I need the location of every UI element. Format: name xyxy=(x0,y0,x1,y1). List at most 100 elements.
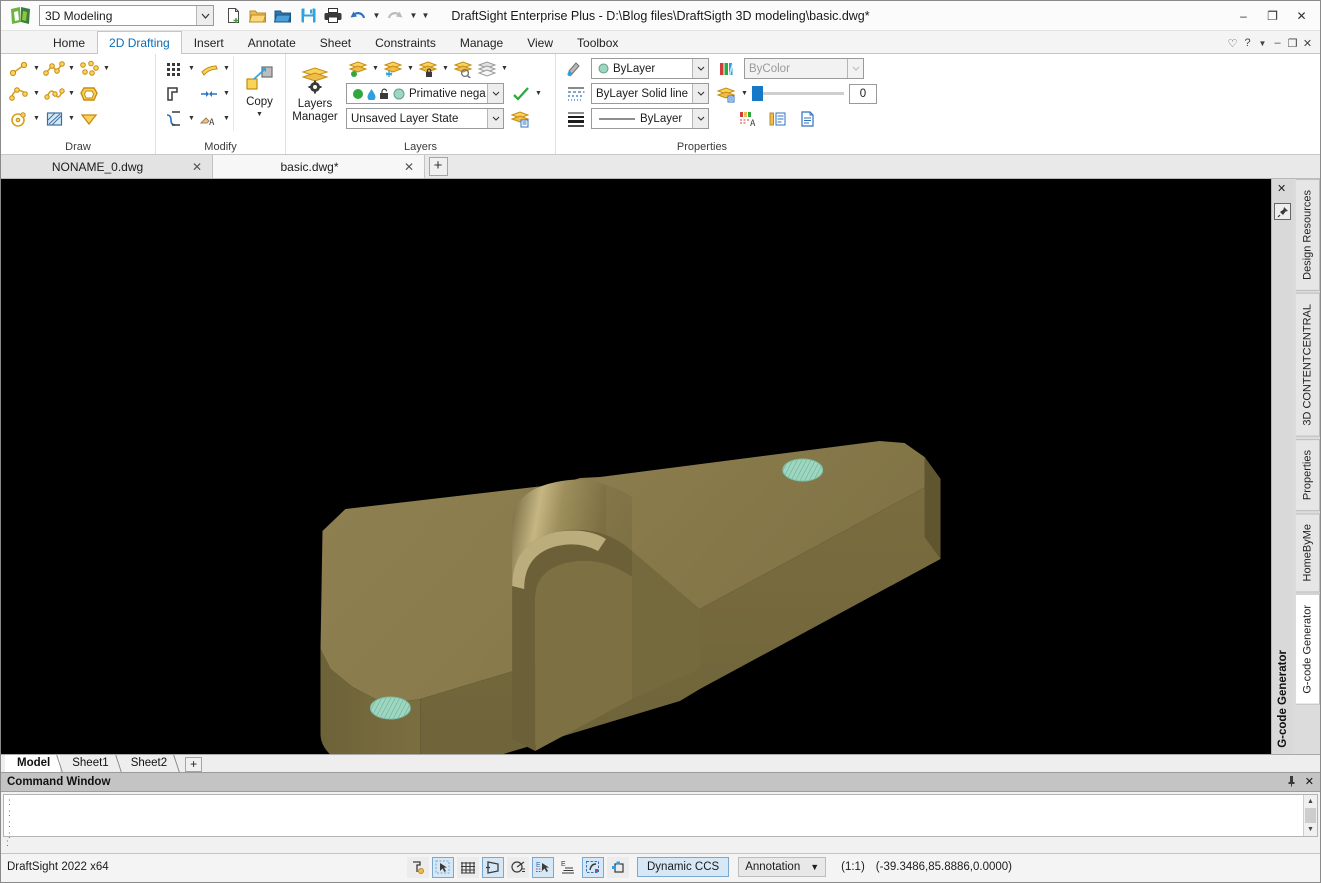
layer-apply-icon[interactable] xyxy=(509,82,533,105)
tab-home[interactable]: Home xyxy=(41,31,97,53)
lineweight-selector[interactable]: ByLayer xyxy=(591,108,709,129)
fillet-icon[interactable] xyxy=(197,57,221,80)
chevron-down-icon[interactable] xyxy=(487,109,503,128)
entity-track-icon[interactable]: E xyxy=(557,857,579,878)
chevron-down-icon[interactable] xyxy=(487,84,503,103)
layer-states-manager-icon[interactable] xyxy=(509,107,533,130)
scroll-down-icon[interactable]: ▼ xyxy=(1304,823,1317,836)
scrollbar-thumb[interactable] xyxy=(1305,808,1316,823)
help-icon[interactable]: ? xyxy=(1240,33,1255,53)
polyline-icon[interactable] xyxy=(42,57,66,80)
undo-dropdown-icon[interactable]: ▼ xyxy=(372,5,381,27)
minimize-ribbon-icon[interactable]: ‒ xyxy=(1270,33,1285,53)
undo-icon[interactable] xyxy=(347,5,369,27)
scroll-up-icon[interactable]: ▲ xyxy=(1304,795,1317,808)
sidebar-tab-gcode-generator[interactable]: G-code Generator xyxy=(1296,594,1320,705)
sidebar-tab-design-resources[interactable]: Design Resources xyxy=(1296,179,1320,291)
3d-model-viewport[interactable]: Z X Y xyxy=(1,179,1271,754)
polar-guide-icon[interactable] xyxy=(507,856,529,878)
edit-text-dropdown-icon[interactable]: ▼ xyxy=(221,108,232,130)
array-dropdown-icon[interactable]: ▼ xyxy=(186,58,197,80)
hatch-icon[interactable] xyxy=(42,107,66,130)
chevron-down-icon[interactable] xyxy=(692,84,708,103)
tab-insert[interactable]: Insert xyxy=(182,31,236,53)
heart-icon[interactable]: ♡ xyxy=(1225,33,1240,53)
pin-icon[interactable] xyxy=(1274,203,1291,220)
open-recent-icon[interactable] xyxy=(272,5,294,27)
close-icon[interactable]: ✕ xyxy=(1277,182,1286,195)
line-icon[interactable] xyxy=(7,57,31,80)
copy-button[interactable]: Copy ▼ xyxy=(234,60,285,119)
print-icon[interactable] xyxy=(322,5,344,27)
dynamic-ccs-button[interactable]: Dynamic CCS xyxy=(637,857,730,877)
explode-dropdown-icon[interactable]: ▼ xyxy=(186,108,197,130)
polyline-dropdown-icon[interactable]: ▼ xyxy=(66,58,77,80)
tab-constraints[interactable]: Constraints xyxy=(363,31,448,53)
close-button[interactable]: ✕ xyxy=(1287,3,1316,29)
sheet-tab-model[interactable]: Model xyxy=(5,755,61,772)
close-ribbon-icon[interactable]: ✕ xyxy=(1300,33,1315,53)
customize-toolbar-icon[interactable]: ▼ xyxy=(421,5,430,27)
arc-icon[interactable] xyxy=(7,82,31,105)
command-history-area[interactable]: : : : : ▲ ▼ xyxy=(3,794,1318,841)
line-dropdown-icon[interactable]: ▼ xyxy=(31,58,42,80)
color-selector[interactable]: ByLayer xyxy=(591,58,709,79)
chevron-down-icon[interactable]: ▼ xyxy=(1255,33,1270,53)
transparency-layer-icon[interactable] xyxy=(715,82,739,105)
esnap-pointer-icon[interactable] xyxy=(432,856,454,878)
tab-2d-drafting[interactable]: 2D Drafting xyxy=(97,31,182,54)
arc-dropdown-icon[interactable]: ▼ xyxy=(31,83,42,105)
tab-annotate[interactable]: Annotate xyxy=(236,31,308,53)
command-scrollbar[interactable]: ▲ ▼ xyxy=(1303,795,1317,836)
circle-dropdown-icon[interactable]: ▼ xyxy=(31,108,42,130)
spline-dropdown-icon[interactable]: ▼ xyxy=(66,83,77,105)
layer-state-selector[interactable]: Unsaved Layer State xyxy=(346,108,504,129)
print-style-selector[interactable]: ByColor xyxy=(744,58,864,79)
sidebar-tab-3d-contentcentral[interactable]: 3D CONTENTCENTRAL xyxy=(1296,292,1320,437)
chevron-down-icon[interactable] xyxy=(692,109,708,128)
transparency-dropdown-icon[interactable]: ▼ xyxy=(739,83,750,105)
join-dropdown-icon[interactable]: ▼ xyxy=(221,83,232,105)
chevron-down-icon[interactable]: ▼ xyxy=(810,862,819,872)
array-icon[interactable] xyxy=(162,57,186,80)
sheet-tab-sheet2[interactable]: Sheet2 xyxy=(119,755,177,772)
reference-icon[interactable] xyxy=(607,856,629,878)
linetype-selector[interactable]: ByLayer Solid line xyxy=(591,83,709,104)
layer-isolate-icon[interactable] xyxy=(451,57,475,80)
table-style-icon[interactable] xyxy=(795,107,819,130)
chevron-down-icon[interactable] xyxy=(692,59,708,78)
transparency-slider[interactable] xyxy=(752,86,844,101)
join-icon[interactable] xyxy=(197,82,221,105)
edit-text-icon[interactable]: A xyxy=(197,107,221,130)
workspace-selector[interactable]: 3D Modeling xyxy=(39,5,214,26)
grid-icon[interactable] xyxy=(457,856,479,878)
tab-manage[interactable]: Manage xyxy=(448,31,515,53)
gradient-icon[interactable] xyxy=(77,107,101,130)
layer-freeze-dropdown-icon[interactable]: ▼ xyxy=(405,58,416,80)
pin-icon[interactable] xyxy=(1287,775,1296,790)
circle-icon[interactable] xyxy=(7,107,31,130)
point-dropdown-icon[interactable]: ▼ xyxy=(101,58,112,80)
tab-view[interactable]: View xyxy=(515,31,565,53)
new-document-tab-button[interactable]: + xyxy=(425,155,451,178)
close-icon[interactable]: ✕ xyxy=(192,160,202,174)
chamfer-icon[interactable] xyxy=(162,82,186,105)
layers-manager-button[interactable]: Layers Manager xyxy=(286,60,344,124)
sidebar-tab-homebyme[interactable]: HomeByMe xyxy=(1296,512,1320,593)
entity-snap-icon[interactable]: E xyxy=(532,856,554,878)
document-tab-noname[interactable]: NONAME_0.dwg ✕ xyxy=(1,155,213,178)
text-style-icon[interactable]: A xyxy=(735,107,759,130)
line-weight-icon[interactable] xyxy=(582,856,604,878)
layer-on-dropdown-icon[interactable]: ▼ xyxy=(370,58,381,80)
layer-apply-dropdown-icon[interactable]: ▼ xyxy=(533,83,544,105)
fillet-dropdown-icon[interactable]: ▼ xyxy=(221,58,232,80)
restore-ribbon-icon[interactable]: ❐ xyxy=(1285,33,1300,53)
polygon-icon[interactable] xyxy=(77,82,101,105)
tab-sheet[interactable]: Sheet xyxy=(308,31,363,53)
minimize-button[interactable]: – xyxy=(1229,3,1258,29)
redo-icon[interactable] xyxy=(384,5,406,27)
close-icon[interactable]: ✕ xyxy=(1305,775,1314,790)
layer-on-icon[interactable] xyxy=(346,57,370,80)
sheet-tab-sheet1[interactable]: Sheet1 xyxy=(60,755,118,772)
spline-icon[interactable] xyxy=(42,82,66,105)
